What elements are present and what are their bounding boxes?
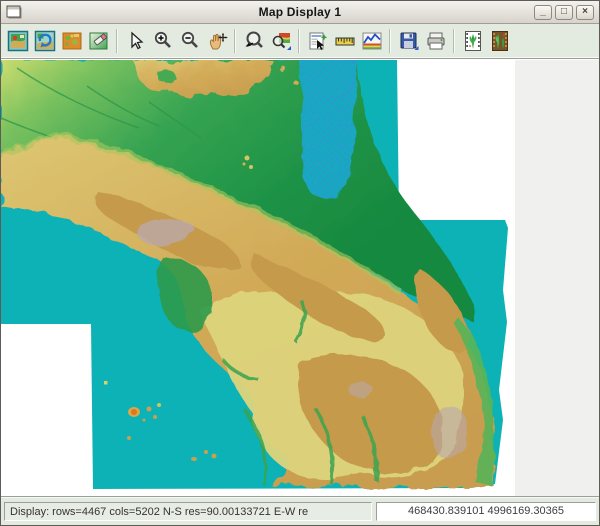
printer-icon bbox=[425, 30, 447, 52]
display-map-button[interactable] bbox=[4, 27, 31, 55]
map-render[interactable] bbox=[1, 60, 515, 496]
map-canvas-area bbox=[1, 59, 599, 496]
toolbar-separator bbox=[389, 29, 391, 53]
toolbar-separator bbox=[453, 29, 455, 53]
pan-button[interactable] bbox=[203, 27, 230, 55]
measure-ruler-icon bbox=[334, 30, 356, 52]
statusbar: Display: rows=4467 cols=5202 N-S res=90.… bbox=[1, 496, 599, 525]
erase-display-button[interactable] bbox=[85, 27, 112, 55]
zoom-out-button[interactable] bbox=[176, 27, 203, 55]
zoom-options-button[interactable] bbox=[267, 27, 294, 55]
redraw-layers-button[interactable] bbox=[31, 27, 58, 55]
zoom-in-button[interactable] bbox=[149, 27, 176, 55]
query-button[interactable] bbox=[304, 27, 331, 55]
window-title: Map Display 1 bbox=[1, 5, 599, 19]
display-map-icon bbox=[7, 30, 29, 52]
save-floppy-icon bbox=[398, 30, 420, 52]
toolbar-separator bbox=[234, 29, 236, 53]
redraw-icon bbox=[34, 30, 56, 52]
nviz-terrain-icon bbox=[61, 30, 83, 52]
eraser-icon bbox=[88, 30, 110, 52]
map-toolbar bbox=[1, 24, 599, 59]
save-image-button[interactable] bbox=[395, 27, 422, 55]
zoom-out-icon bbox=[179, 30, 201, 52]
map-strip-light-icon bbox=[462, 30, 484, 52]
measure-button[interactable] bbox=[331, 27, 358, 55]
constrain-region-button[interactable] bbox=[459, 27, 486, 55]
zoom-options-icon bbox=[270, 30, 292, 52]
fill-window-button[interactable] bbox=[486, 27, 513, 55]
profile-chart-icon bbox=[361, 30, 383, 52]
window-icon bbox=[6, 5, 23, 20]
nviz-view-button[interactable] bbox=[58, 27, 85, 55]
profile-button[interactable] bbox=[358, 27, 385, 55]
pan-hand-icon bbox=[206, 30, 228, 52]
toolbar-separator bbox=[298, 29, 300, 53]
maximize-button[interactable]: □ bbox=[555, 5, 573, 20]
coordinate-readout: 468430.839101 4996169.30365 bbox=[376, 502, 596, 521]
zoom-back-button[interactable] bbox=[240, 27, 267, 55]
map-display-window: Map Display 1 _ □ × bbox=[0, 0, 600, 526]
map-strip-dark-icon bbox=[489, 30, 511, 52]
pointer-arrow-icon bbox=[125, 30, 147, 52]
query-icon bbox=[307, 30, 329, 52]
display-info: Display: rows=4467 cols=5202 N-S res=90.… bbox=[4, 502, 372, 521]
print-button[interactable] bbox=[422, 27, 449, 55]
close-button[interactable]: × bbox=[576, 5, 594, 20]
pointer-button[interactable] bbox=[122, 27, 149, 55]
minimize-button[interactable]: _ bbox=[534, 5, 552, 20]
titlebar[interactable]: Map Display 1 _ □ × bbox=[1, 1, 599, 24]
toolbar-separator bbox=[116, 29, 118, 53]
zoom-back-icon bbox=[243, 30, 265, 52]
zoom-in-icon bbox=[152, 30, 174, 52]
